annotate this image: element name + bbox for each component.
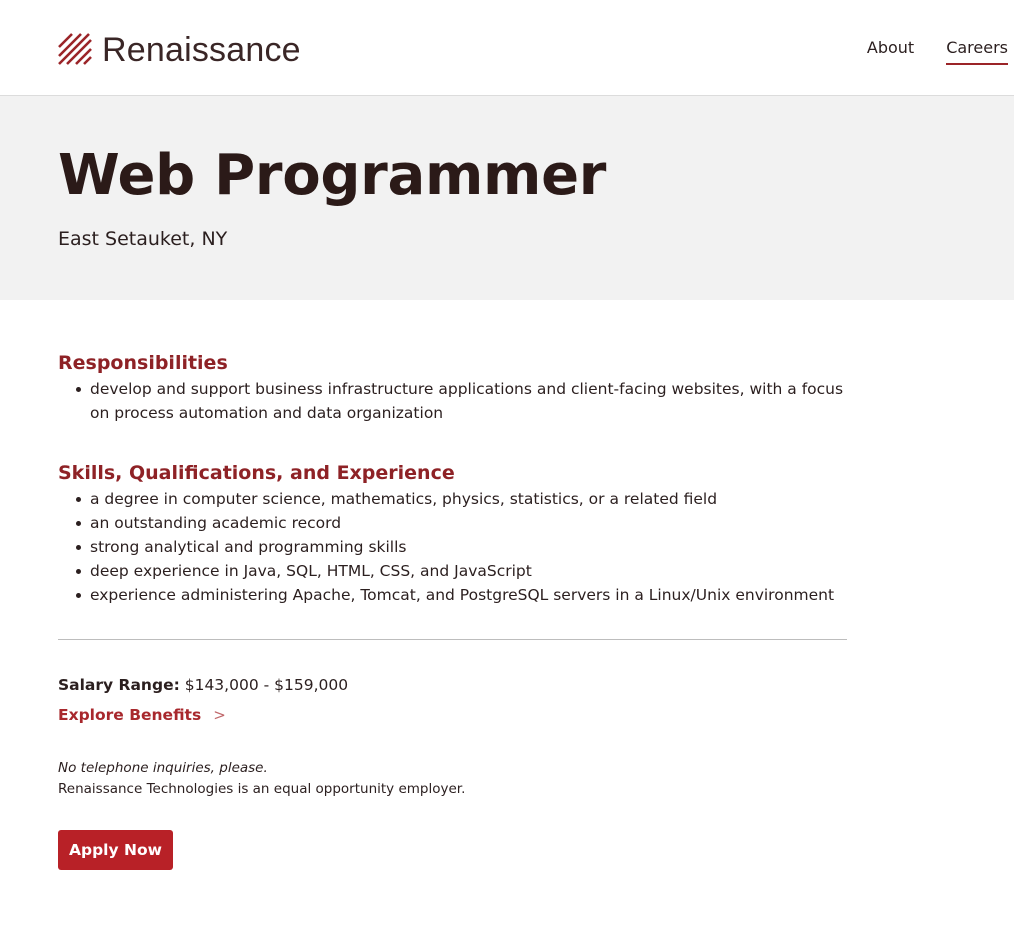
job-description: Responsibilities develop and support bus… <box>58 349 847 870</box>
main-nav: About Careers <box>867 38 1008 65</box>
site-header: Renaissance About Careers <box>0 0 1014 96</box>
responsibilities-heading: Responsibilities <box>58 352 228 374</box>
list-item: strong analytical and programming skills <box>76 535 847 559</box>
explore-benefits-label: Explore Benefits <box>58 706 202 724</box>
divider <box>58 639 847 640</box>
salary-label: Salary Range: <box>58 676 180 694</box>
responsibilities-list: develop and support business infrastruct… <box>58 377 847 425</box>
chevron-right-icon: > <box>213 706 226 724</box>
salary-range: Salary Range: $143,000 - $159,000 <box>58 674 847 696</box>
salary-value: $143,000 - $159,000 <box>184 676 349 694</box>
explore-benefits-link[interactable]: Explore Benefits > <box>58 706 226 724</box>
hero-banner: Web Programmer East Setauket, NY <box>0 96 1014 300</box>
skills-heading: Skills, Qualifications, and Experience <box>58 462 455 484</box>
apply-now-button[interactable]: Apply Now <box>58 830 173 870</box>
list-item: an outstanding academic record <box>76 511 847 535</box>
page-title: Web Programmer <box>58 143 607 208</box>
nav-careers[interactable]: Careers <box>946 38 1008 65</box>
list-item: develop and support business infrastruct… <box>76 377 847 425</box>
eeo-statement: Renaissance Technologies is an equal opp… <box>58 781 466 797</box>
logo[interactable]: Renaissance <box>58 31 301 69</box>
nav-about[interactable]: About <box>867 38 914 65</box>
list-item: experience administering Apache, Tomcat,… <box>76 583 847 607</box>
job-location: East Setauket, NY <box>58 228 228 250</box>
list-item: deep experience in Java, SQL, HTML, CSS,… <box>76 559 847 583</box>
logo-text: Renaissance <box>102 31 301 69</box>
phone-note: No telephone inquiries, please. <box>58 760 268 776</box>
logo-mark-icon <box>58 33 92 65</box>
skills-list: a degree in computer science, mathematic… <box>58 487 847 607</box>
list-item: a degree in computer science, mathematic… <box>76 487 847 511</box>
